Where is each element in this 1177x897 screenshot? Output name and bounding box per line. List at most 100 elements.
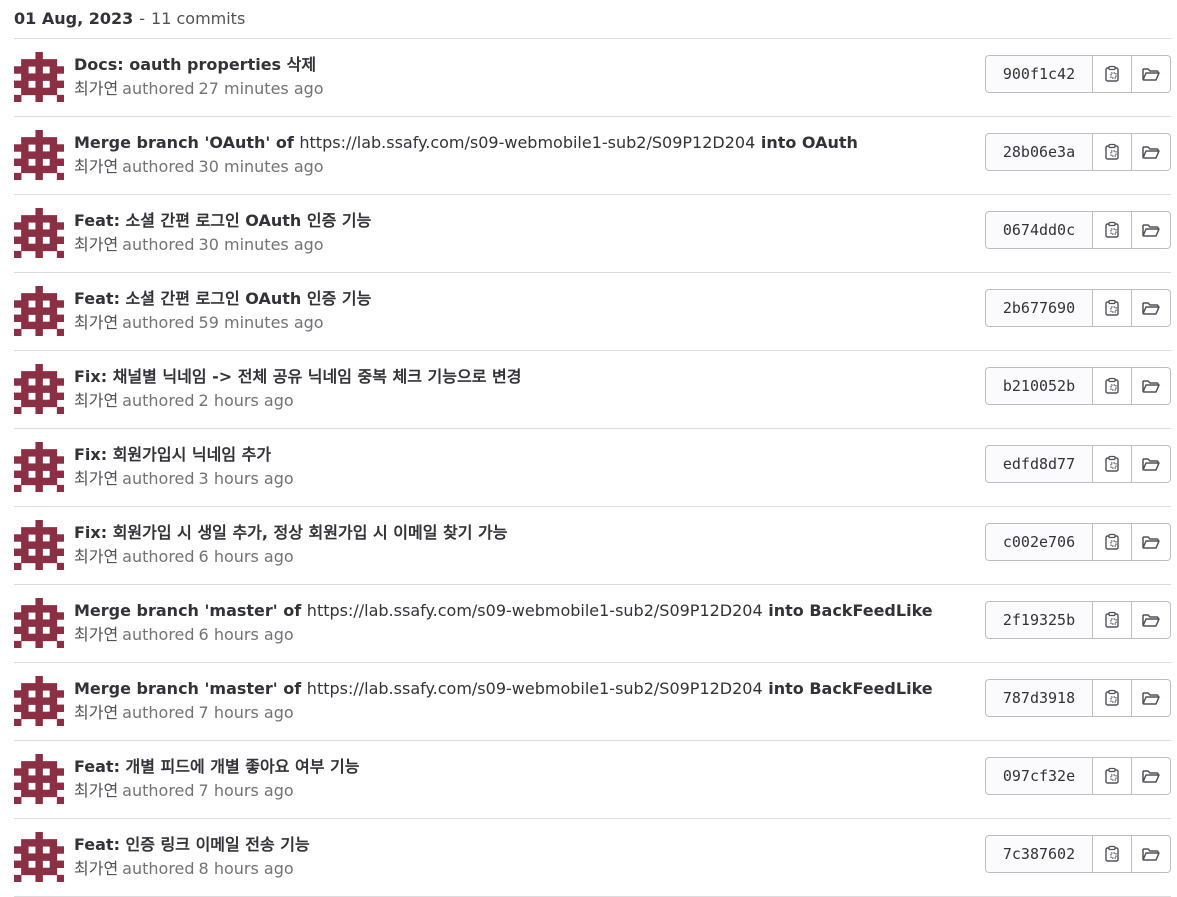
commit-sha-button[interactable]: 28b06e3a (985, 133, 1093, 171)
commit-title[interactable]: Fix: 회원가입시 닉네임 추가 (74, 443, 954, 467)
browse-files-button[interactable] (1132, 367, 1171, 405)
commit-title-text[interactable]: into OAuth (755, 133, 858, 152)
commit-title-text[interactable]: Merge branch 'master' of (74, 601, 307, 620)
commit-title-url[interactable]: https://lab.ssafy.com/s09-webmobile1-sub… (307, 679, 763, 698)
copy-sha-button[interactable] (1093, 289, 1132, 327)
commit-title[interactable]: Docs: oauth properties 삭제 (74, 53, 954, 77)
author-avatar[interactable] (14, 520, 64, 570)
commit-title-text[interactable]: Feat: 소셜 간편 로그인 OAuth 인증 기능 (74, 211, 371, 230)
folder-open-icon (1141, 221, 1161, 239)
author-avatar[interactable] (14, 364, 64, 414)
author-name[interactable]: 최가연 (74, 781, 118, 800)
copy-sha-button[interactable] (1093, 679, 1132, 717)
commit-sha-button[interactable]: b210052b (985, 367, 1093, 405)
author-name[interactable]: 최가연 (74, 79, 118, 98)
commit-row: Merge branch 'OAuth' of https://lab.ssaf… (14, 117, 1171, 195)
commit-title[interactable]: Feat: 인증 링크 이메일 전송 기능 (74, 833, 954, 857)
author-avatar[interactable] (14, 208, 64, 258)
author-name[interactable]: 최가연 (74, 469, 118, 488)
author-avatar[interactable] (14, 286, 64, 336)
commit-sha-button[interactable]: 787d3918 (985, 679, 1093, 717)
commit-title-text[interactable]: into BackFeedLike (763, 679, 932, 698)
commit-time: 30 minutes ago (198, 157, 324, 176)
commit-sha-button[interactable]: 0674dd0c (985, 211, 1093, 249)
commit-title-text[interactable]: Merge branch 'master' of (74, 679, 307, 698)
copy-to-clipboard-icon (1103, 221, 1121, 239)
copy-sha-button[interactable] (1093, 757, 1132, 795)
commit-actions: edfd8d77 (985, 445, 1171, 483)
author-avatar[interactable] (14, 598, 64, 648)
commit-title-url[interactable]: https://lab.ssafy.com/s09-webmobile1-sub… (307, 601, 763, 620)
author-avatar[interactable] (14, 676, 64, 726)
copy-sha-button[interactable] (1093, 55, 1132, 93)
browse-files-button[interactable] (1132, 679, 1171, 717)
browse-files-button[interactable] (1132, 601, 1171, 639)
browse-files-button[interactable] (1132, 757, 1171, 795)
commit-info: Merge branch 'master' of https://lab.ssa… (74, 599, 954, 647)
author-avatar[interactable] (14, 832, 64, 882)
browse-files-button[interactable] (1132, 523, 1171, 561)
commit-title-text[interactable]: into BackFeedLike (763, 601, 932, 620)
commit-sha-button[interactable]: 2f19325b (985, 601, 1093, 639)
authored-label: authored (122, 79, 195, 98)
copy-sha-button[interactable] (1093, 601, 1132, 639)
commit-title-text[interactable]: Docs: oauth properties 삭제 (74, 55, 316, 74)
browse-files-button[interactable] (1132, 55, 1171, 93)
browse-files-button[interactable] (1132, 289, 1171, 327)
author-name[interactable]: 최가연 (74, 859, 118, 878)
author-name[interactable]: 최가연 (74, 547, 118, 566)
commit-title-text[interactable]: Feat: 소셜 간편 로그인 OAuth 인증 기능 (74, 289, 371, 308)
author-name[interactable]: 최가연 (74, 313, 118, 332)
author-avatar[interactable] (14, 52, 64, 102)
browse-files-button[interactable] (1132, 211, 1171, 249)
commit-meta: 최가연 authored 59 minutes ago (74, 311, 954, 335)
copy-sha-button[interactable] (1093, 523, 1132, 561)
author-avatar[interactable] (14, 130, 64, 180)
commit-title-text[interactable]: Feat: 인증 링크 이메일 전송 기능 (74, 835, 310, 854)
copy-to-clipboard-icon (1103, 689, 1121, 707)
author-name[interactable]: 최가연 (74, 703, 118, 722)
commit-title[interactable]: Merge branch 'OAuth' of https://lab.ssaf… (74, 131, 954, 155)
commit-sha-button[interactable]: 2b677690 (985, 289, 1093, 327)
commit-title[interactable]: Merge branch 'master' of https://lab.ssa… (74, 599, 954, 623)
copy-sha-button[interactable] (1093, 445, 1132, 483)
commit-sha-button[interactable]: 7c387602 (985, 835, 1093, 873)
commit-time: 30 minutes ago (198, 235, 324, 254)
browse-files-button[interactable] (1132, 445, 1171, 483)
copy-sha-button[interactable] (1093, 367, 1132, 405)
commit-sha-button[interactable]: 900f1c42 (985, 55, 1093, 93)
commit-title[interactable]: Merge branch 'master' of https://lab.ssa… (74, 677, 954, 701)
day-header: 01 Aug, 2023 - 11 commits (14, 0, 1171, 39)
commit-title[interactable]: Fix: 채널별 닉네임 -> 전체 공유 닉네임 중복 체크 기능으로 변경 (74, 365, 954, 389)
commit-title-text[interactable]: Merge branch 'OAuth' of (74, 133, 299, 152)
copy-sha-button[interactable] (1093, 133, 1132, 171)
folder-open-icon (1141, 65, 1161, 83)
commit-time: 7 hours ago (198, 703, 294, 722)
commit-title[interactable]: Feat: 개별 피드에 개별 좋아요 여부 기능 (74, 755, 954, 779)
author-name[interactable]: 최가연 (74, 235, 118, 254)
browse-files-button[interactable] (1132, 133, 1171, 171)
author-avatar[interactable] (14, 754, 64, 804)
commit-title[interactable]: Feat: 소셜 간편 로그인 OAuth 인증 기능 (74, 209, 954, 233)
commit-meta: 최가연 authored 6 hours ago (74, 623, 954, 647)
commit-time: 2 hours ago (198, 391, 294, 410)
author-name[interactable]: 최가연 (74, 391, 118, 410)
copy-sha-button[interactable] (1093, 211, 1132, 249)
author-avatar[interactable] (14, 442, 64, 492)
commit-sha-button[interactable]: 097cf32e (985, 757, 1093, 795)
commit-title-text[interactable]: Fix: 회원가입시 닉네임 추가 (74, 445, 271, 464)
commit-sha-button[interactable]: c002e706 (985, 523, 1093, 561)
commit-title-text[interactable]: Fix: 회원가입 시 생일 추가, 정상 회원가입 시 이메일 찾기 가능 (74, 523, 507, 542)
author-name[interactable]: 최가연 (74, 157, 118, 176)
copy-sha-button[interactable] (1093, 835, 1132, 873)
commit-meta: 최가연 authored 2 hours ago (74, 389, 954, 413)
commit-title[interactable]: Fix: 회원가입 시 생일 추가, 정상 회원가입 시 이메일 찾기 가능 (74, 521, 954, 545)
commit-sha-button[interactable]: edfd8d77 (985, 445, 1093, 483)
commit-title[interactable]: Feat: 소셜 간편 로그인 OAuth 인증 기능 (74, 287, 954, 311)
author-name[interactable]: 최가연 (74, 625, 118, 644)
commit-actions: 28b06e3a (985, 133, 1171, 171)
commit-title-text[interactable]: Feat: 개별 피드에 개별 좋아요 여부 기능 (74, 757, 359, 776)
commit-title-url[interactable]: https://lab.ssafy.com/s09-webmobile1-sub… (299, 133, 755, 152)
browse-files-button[interactable] (1132, 835, 1171, 873)
commit-title-text[interactable]: Fix: 채널별 닉네임 -> 전체 공유 닉네임 중복 체크 기능으로 변경 (74, 367, 521, 386)
